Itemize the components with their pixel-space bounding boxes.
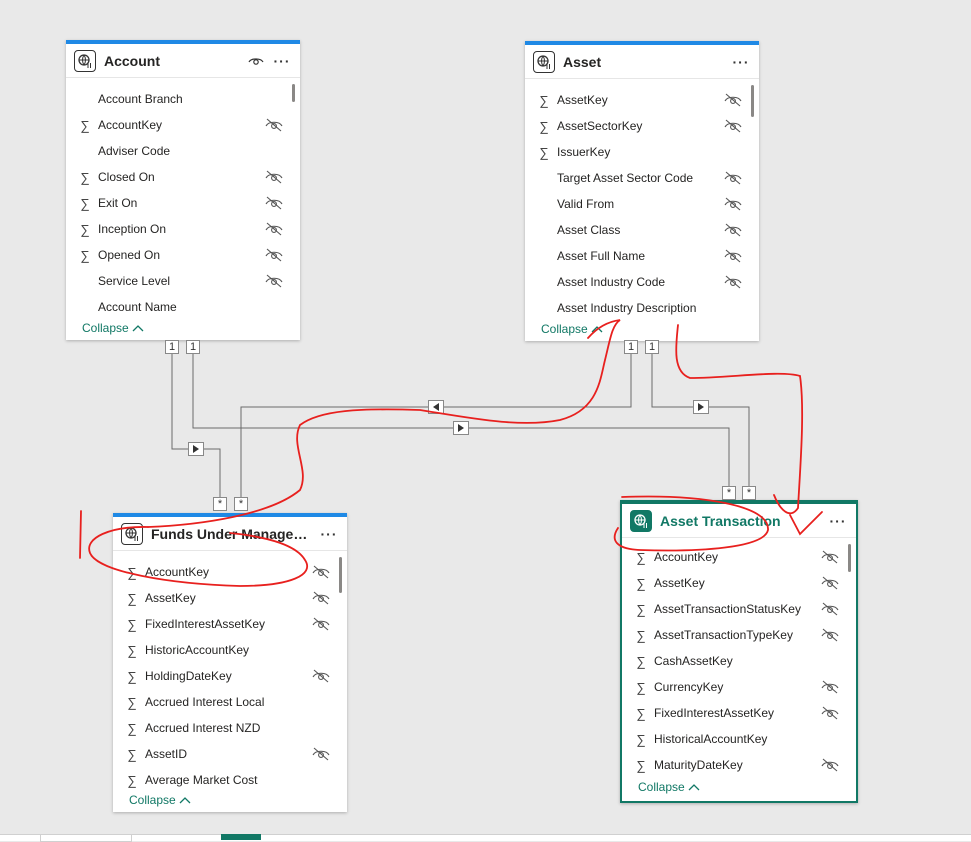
annotation-marks [79,319,823,587]
annotation-check-loop [675,324,804,515]
bottom-tab[interactable] [40,834,132,842]
annotation-tick [79,510,82,559]
model-canvas[interactable]: Account ··· Account Branch ∑ AccountKey Adv… [0,0,971,842]
annotation-check-tail [789,511,823,536]
bottom-tab-active[interactable] [221,834,261,840]
annotation-circle-asset-transaction [613,495,769,552]
annotation-path-to-asset [147,319,621,528]
annotation-circle-accountkey [88,526,308,587]
